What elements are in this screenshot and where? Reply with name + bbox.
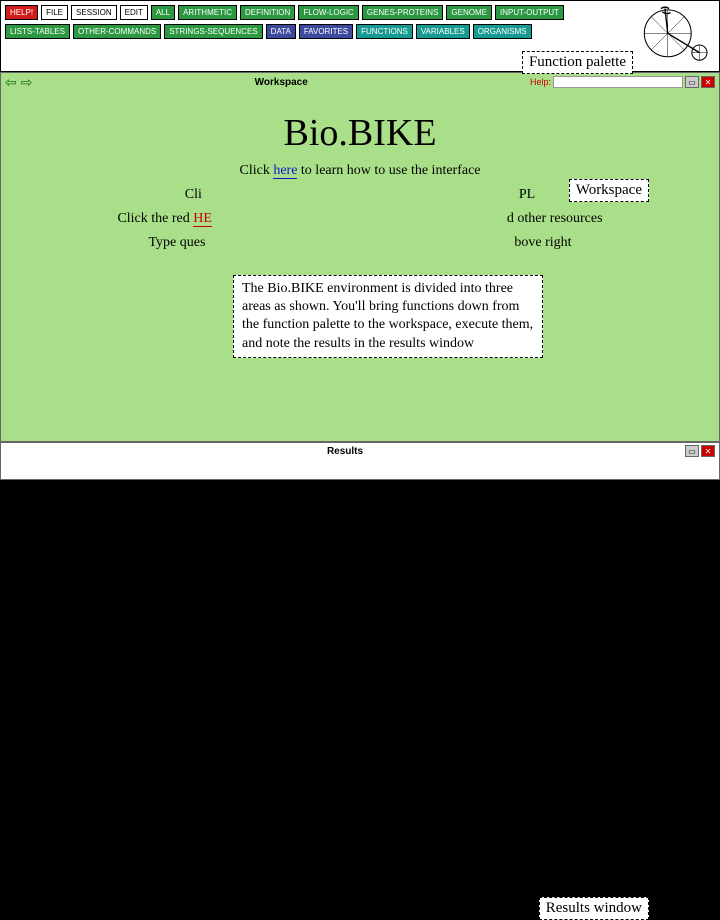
- help-link[interactable]: HE: [193, 211, 212, 227]
- workspace-area: ⇦ ⇨ Workspace Help: ▭ ✕ Workspace Bio.BI…: [0, 72, 720, 442]
- menu-lists-tables[interactable]: LISTS-TABLES: [5, 24, 70, 39]
- menu-strings-sequences[interactable]: STRINGS-SEQUENCES: [164, 24, 262, 39]
- intro-line-4: Type ques bove right: [1, 235, 719, 251]
- palette-row-1: HELP!FILESESSIONEDITALLARITHMETICDEFINIT…: [3, 3, 635, 22]
- menu-data[interactable]: DATA: [266, 24, 296, 39]
- workspace-label: Workspace: [569, 179, 649, 202]
- menu-genome[interactable]: GENOME: [446, 5, 492, 20]
- learn-link[interactable]: here: [273, 163, 297, 179]
- close-button[interactable]: ✕: [701, 76, 715, 88]
- menu-flow-logic[interactable]: FLOW-LOGIC: [298, 5, 359, 20]
- results-window-label: Results window: [539, 897, 649, 920]
- help-label: Help:: [530, 77, 551, 87]
- function-palette-area: HELP!FILESESSIONEDITALLARITHMETICDEFINIT…: [0, 0, 720, 72]
- menu-session[interactable]: SESSION: [71, 5, 117, 20]
- expand-button[interactable]: ▭: [685, 76, 699, 88]
- menu-functions[interactable]: FUNCTIONS: [356, 24, 413, 39]
- biobike-logo-text: Bio.BIKE: [1, 111, 719, 155]
- intro-line-3: Click the red HE d other resources: [1, 211, 719, 227]
- menu-all[interactable]: ALL: [151, 5, 175, 20]
- workspace-title: Workspace: [32, 77, 530, 88]
- menu-help-[interactable]: HELP!: [5, 5, 38, 20]
- results-title: Results: [5, 446, 685, 457]
- workspace-content: Bio.BIKE Click here to learn how to use …: [1, 91, 719, 251]
- menu-genes-proteins[interactable]: GENES-PROTEINS: [362, 5, 444, 20]
- bicycle-logo: [639, 3, 713, 65]
- explanation-callout: The Bio.BIKE environment is divided into…: [233, 275, 543, 358]
- palette-row-2: LISTS-TABLESOTHER-COMMANDSSTRINGS-SEQUEN…: [3, 22, 635, 41]
- menu-file[interactable]: FILE: [41, 5, 68, 20]
- back-arrow-icon[interactable]: ⇦: [5, 74, 17, 91]
- menu-variables[interactable]: VARIABLES: [416, 24, 470, 39]
- menu-input-output[interactable]: INPUT-OUTPUT: [495, 5, 564, 20]
- forward-arrow-icon[interactable]: ⇨: [21, 74, 33, 91]
- menu-edit[interactable]: EDIT: [120, 5, 148, 20]
- menu-organisms[interactable]: ORGANISMS: [473, 24, 532, 39]
- function-palette-label: Function palette: [522, 51, 633, 74]
- bottom-bar: [0, 480, 720, 540]
- workspace-toolbar: ⇦ ⇨ Workspace Help: ▭ ✕: [1, 73, 719, 91]
- results-toolbar: Results ▭ ✕: [1, 443, 719, 459]
- menu-definition[interactable]: DEFINITION: [240, 5, 295, 20]
- results-close-button[interactable]: ✕: [701, 445, 715, 457]
- menu-other-commands[interactable]: OTHER-COMMANDS: [73, 24, 161, 39]
- menu-arithmetic[interactable]: ARITHMETIC: [178, 5, 237, 20]
- results-area: Results ▭ ✕ Results window: [0, 442, 720, 480]
- help-search-input[interactable]: [553, 76, 683, 88]
- results-expand-button[interactable]: ▭: [685, 445, 699, 457]
- intro-line-1: Click here to learn how to use the inter…: [1, 163, 719, 179]
- menu-favorites[interactable]: FAVORITES: [299, 24, 353, 39]
